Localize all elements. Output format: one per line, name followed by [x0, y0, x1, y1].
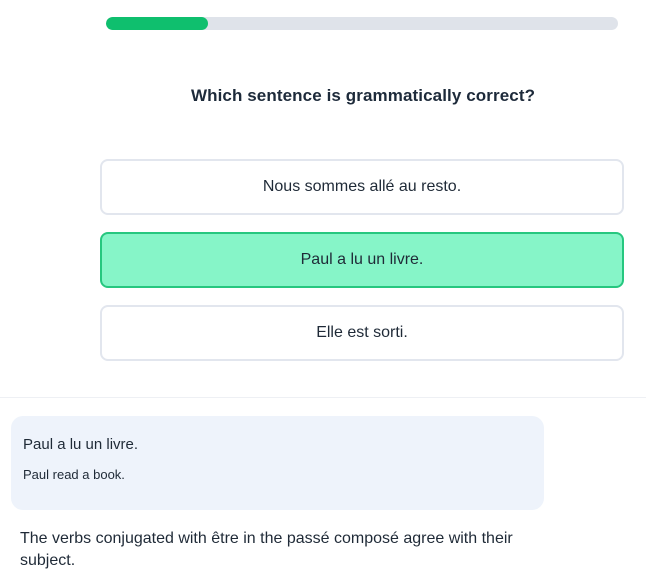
question-prompt: Which sentence is grammatically correct?: [190, 86, 536, 105]
feedback-sentence: Paul a lu un livre.: [23, 436, 139, 453]
grammar-explanation: The verbs conjugated with être in the pa…: [20, 530, 513, 569]
answer-options: Nous sommes allé au resto. Paul a lu un …: [100, 159, 624, 378]
answer-option-label: Paul a lu un livre.: [300, 251, 424, 268]
answer-option-2-selected[interactable]: Paul a lu un livre.: [100, 232, 624, 288]
progress-bar-fill: [106, 17, 209, 30]
section-divider: [0, 397, 646, 398]
feedback-card: Paul a lu un livre. Paul read a book.: [11, 416, 544, 510]
answer-option-1[interactable]: Nous sommes allé au resto.: [100, 159, 624, 215]
answer-option-label: Elle est sorti.: [316, 324, 408, 341]
answer-option-3[interactable]: Elle est sorti.: [100, 305, 624, 361]
feedback-translation: Paul read a book.: [23, 467, 125, 482]
quiz-page: Which sentence is grammatically correct?…: [0, 0, 646, 569]
answer-option-label: Nous sommes allé au resto.: [262, 178, 462, 195]
progress-bar: [106, 17, 618, 30]
